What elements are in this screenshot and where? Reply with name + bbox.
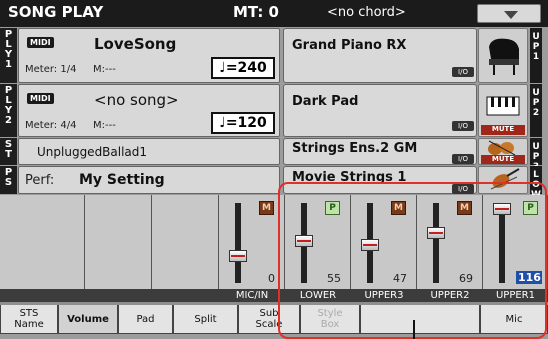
performance-label: Perf:	[25, 173, 55, 188]
upper2-tag: U P 2	[530, 84, 542, 137]
io-indicator: I/O	[452, 121, 474, 131]
tab-volume[interactable]: Volume	[58, 305, 118, 334]
performance-panel[interactable]: Perf: My Setting	[18, 166, 280, 194]
player1-tag: P L Y 1	[0, 28, 17, 83]
sound-slot-upper1[interactable]: Grand Piano RX I/O	[283, 28, 477, 83]
menu-arrow-icon	[504, 11, 518, 19]
player1-panel[interactable]: MIDI LoveSong Meter: 1/4 M:--- ♩=240	[18, 28, 280, 83]
style-tag: S T	[0, 138, 17, 165]
player2-meter: Meter: 4/4	[25, 120, 77, 131]
highlight-callout	[278, 182, 547, 339]
page-header: SONG PLAY MT: 0 <no chord>	[0, 0, 548, 27]
io-indicator: I/O	[452, 154, 474, 164]
fader-knob-mic-in[interactable]	[229, 250, 247, 262]
style-panel[interactable]: UnpluggedBallad1	[18, 138, 280, 165]
player2-tag: P L Y 2	[0, 84, 17, 137]
volume-value-mic-in: 0	[268, 272, 275, 285]
sound-slot-upper2[interactable]: Dark Pad I/O	[283, 84, 477, 137]
io-indicator: I/O	[452, 67, 474, 77]
player1-measure: M:---	[93, 64, 116, 75]
grand-piano-icon	[489, 38, 519, 75]
mixer-channel-empty-3	[152, 195, 219, 289]
upper1-tag: U P 1	[530, 28, 542, 83]
mute-badge-upper3: MUTE	[481, 155, 525, 164]
mixer-channel-empty-2	[85, 195, 152, 289]
sound-icon-upper2[interactable]: MUTE	[478, 84, 528, 137]
page-menu-button[interactable]	[477, 4, 541, 23]
channel-label-mic-in: MIC/IN	[219, 289, 285, 302]
player1-midi-badge: MIDI	[27, 37, 54, 48]
upper3-tag: U P 3	[530, 138, 542, 172]
style-name: UnpluggedBallad1	[37, 145, 148, 159]
song-play-screen: SONG PLAY MT: 0 <no chord> P L Y 1 MIDI …	[0, 0, 548, 339]
tab-split[interactable]: Split	[173, 305, 238, 334]
performance-name: My Setting	[79, 172, 165, 188]
player2-midi-badge: MIDI	[27, 93, 54, 104]
tab-sts-name[interactable]: STS Name	[0, 305, 58, 334]
mixer-channel-empty-1	[0, 195, 85, 289]
performance-tag: P S	[0, 166, 17, 194]
page-title: SONG PLAY	[8, 3, 104, 21]
player2-tempo[interactable]: ♩=120	[211, 112, 275, 134]
sound-icon-upper3[interactable]: MUTE	[478, 138, 528, 165]
sound-icon-upper1[interactable]	[478, 28, 528, 83]
sound-name-upper3: Strings Ens.2 GM	[292, 141, 418, 156]
player1-song-name: LoveSong	[94, 35, 177, 53]
player1-meter: Meter: 1/4	[25, 64, 77, 75]
pad-keyboard-icon	[486, 96, 520, 116]
fader-track	[235, 203, 241, 283]
player2-panel[interactable]: MIDI <no song> Meter: 4/4 M:--- ♩=120	[18, 84, 280, 137]
mixer-channel-mic-in[interactable]: M 0	[219, 195, 285, 289]
mixer-label-empty	[0, 289, 219, 302]
chord-display: <no chord>	[327, 5, 406, 20]
sound-name-upper1: Grand Piano RX	[292, 38, 407, 53]
master-transpose: MT: 0	[233, 3, 279, 21]
callout-pointer	[413, 320, 415, 339]
mute-button-mic-in[interactable]: M	[259, 201, 274, 215]
sound-name-upper2: Dark Pad	[292, 94, 359, 109]
tab-pad[interactable]: Pad	[118, 305, 173, 334]
player1-tempo[interactable]: ♩=240	[211, 57, 275, 79]
mute-badge-upper2: MUTE	[481, 125, 525, 135]
player2-measure: M:---	[93, 120, 116, 131]
player2-song-name: <no song>	[94, 91, 179, 109]
sound-slot-upper3[interactable]: Strings Ens.2 GM I/O	[283, 138, 477, 165]
